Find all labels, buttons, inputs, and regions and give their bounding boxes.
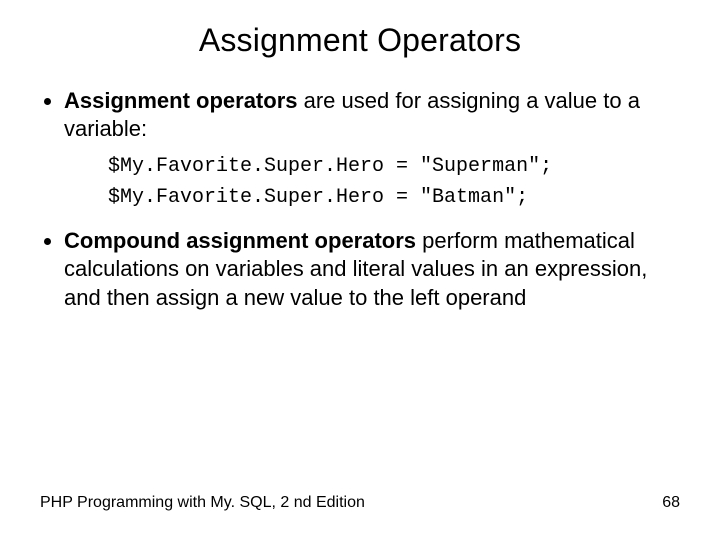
slide: Assignment Operators Assignment operator… [0,0,720,540]
bullet-1-bold: Assignment operators [64,88,298,113]
code-block: $My.Favorite.Super.Hero = "Superman"; $M… [108,151,680,213]
code-line-1: $My.Favorite.Super.Hero = "Superman"; [108,155,552,178]
bullet-2-bold: Compound assignment operators [64,228,416,253]
code-line-2: $My.Favorite.Super.Hero = "Batman"; [108,186,528,209]
bullet-list: Assignment operators are used for assign… [40,87,680,143]
slide-title: Assignment Operators [40,22,680,59]
footer-page-number: 68 [662,494,680,512]
bullet-list-2: Compound assignment operators perform ma… [40,227,680,311]
bullet-item-2: Compound assignment operators perform ma… [64,227,680,311]
footer-book-title: PHP Programming with My. SQL, 2 nd Editi… [40,494,365,512]
bullet-item-1: Assignment operators are used for assign… [64,87,680,143]
